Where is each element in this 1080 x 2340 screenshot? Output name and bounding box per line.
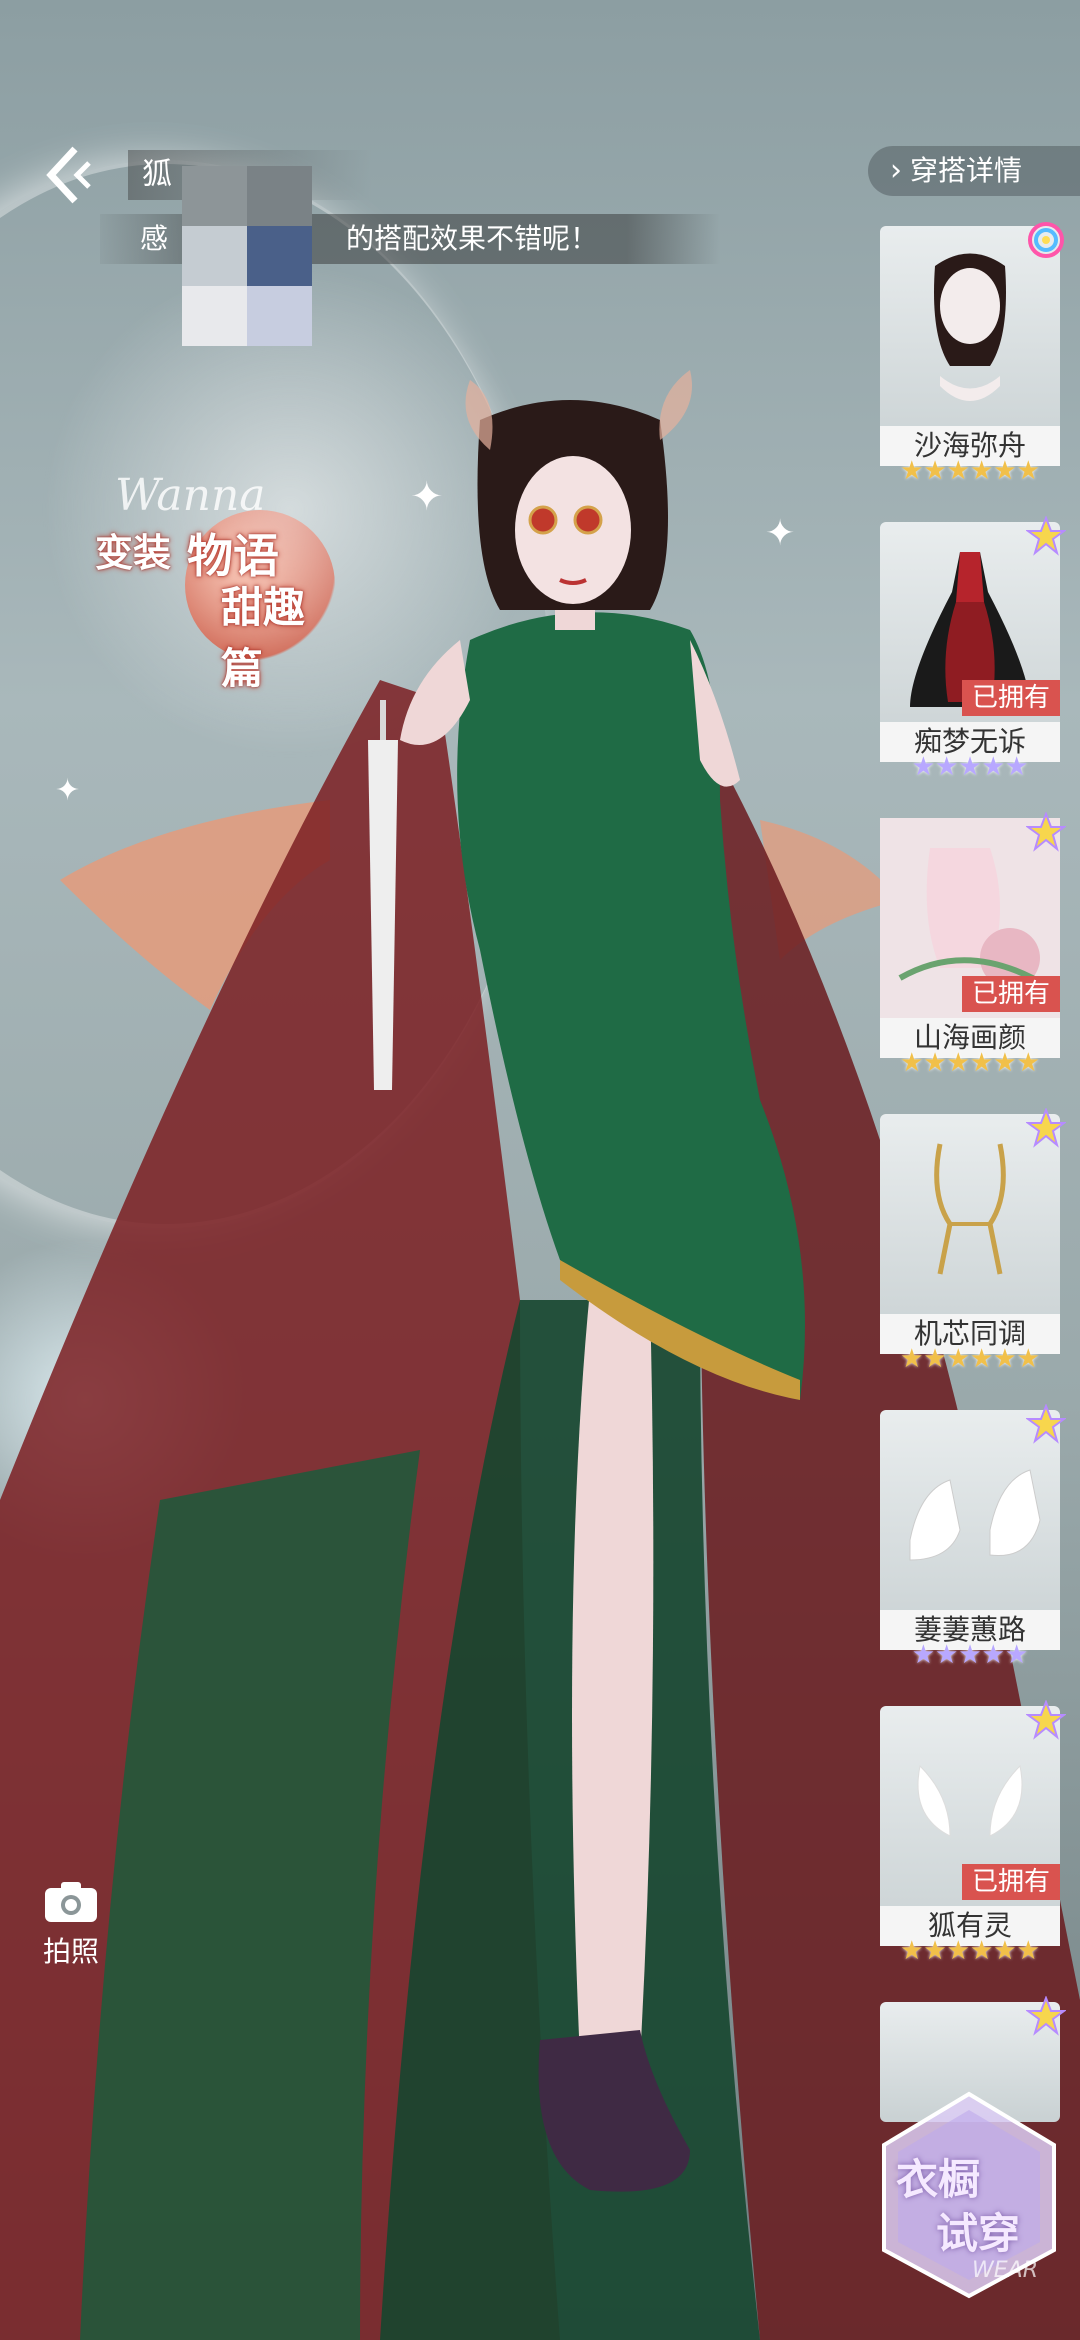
back-arrow-icon <box>46 146 91 204</box>
message-prefix: 感 <box>140 222 169 255</box>
star-badge-icon <box>1026 516 1066 556</box>
wardrobe-label-1: 衣橱 <box>896 2155 981 2204</box>
owned-badge: 已拥有 <box>961 1864 1060 1900</box>
chevron-right-icon: › <box>890 153 902 188</box>
item-card-makeup[interactable]: 已拥有 山海画颜 <box>880 812 1066 1058</box>
event-logo-line1: 变装 <box>95 531 172 575</box>
item-stars: ★★★★★ <box>911 752 1029 782</box>
svg-text:✦: ✦ <box>765 513 795 554</box>
rainbow-badge-icon <box>1028 222 1064 258</box>
svg-text:✦: ✦ <box>55 773 80 808</box>
item-card-accessory[interactable]: 机芯同调 <box>880 1108 1066 1354</box>
star-badge-icon <box>1026 1108 1066 1148</box>
item-stars: ★★★★★ <box>911 1640 1029 1670</box>
item-card-dress[interactable]: 已拥有 痴梦无诉 <box>880 516 1066 762</box>
star-badge-icon <box>1026 1404 1066 1444</box>
wardrobe-sub-label: WEAR <box>972 2258 1038 2283</box>
item-stars: ★★★★★★ <box>900 1048 1040 1078</box>
photo-label: 拍照 <box>42 1935 99 1968</box>
message-text: 的搭配效果不错呢！ <box>346 222 599 255</box>
player-name: 狐 <box>142 157 172 192</box>
photo-button[interactable]: 拍照 <box>36 1880 106 1970</box>
item-card-hair[interactable]: 沙海弥舟 <box>880 222 1064 466</box>
item-card-ears[interactable]: 已拥有 狐有灵 <box>880 1700 1066 1946</box>
item-stars: ★★★★★★ <box>900 1344 1040 1374</box>
camera-icon <box>45 1882 97 1922</box>
event-logo-line3: 甜趣篇 <box>221 583 306 693</box>
event-logo[interactable]: Wanna 变装 物语 甜趣篇 <box>95 470 335 693</box>
item-card-shoes[interactable]: 萋萋蕙路 <box>880 1404 1066 1650</box>
outfit-detail-button[interactable]: › 穿搭详情 <box>868 146 1080 196</box>
star-badge-icon <box>1026 812 1066 852</box>
outfit-detail-label: 穿搭详情 <box>910 154 1023 187</box>
star-badge-icon <box>1026 1700 1066 1740</box>
owned-badge: 已拥有 <box>961 976 1060 1012</box>
item-stars: ★★★★★★ <box>900 1936 1040 1966</box>
svg-text:✦: ✦ <box>410 474 444 520</box>
wardrobe-try-on-button[interactable]: 衣橱 试穿 WEAR <box>876 2090 1062 2300</box>
item-stars: ★★★★★★ <box>900 456 1040 486</box>
star-badge-icon <box>1026 1996 1066 2036</box>
privacy-mosaic <box>182 166 312 346</box>
owned-badge: 已拥有 <box>961 680 1060 716</box>
back-button[interactable] <box>38 140 108 210</box>
event-logo-script: Wanna <box>115 470 266 521</box>
wardrobe-label-2: 试穿 <box>936 2209 1021 2258</box>
